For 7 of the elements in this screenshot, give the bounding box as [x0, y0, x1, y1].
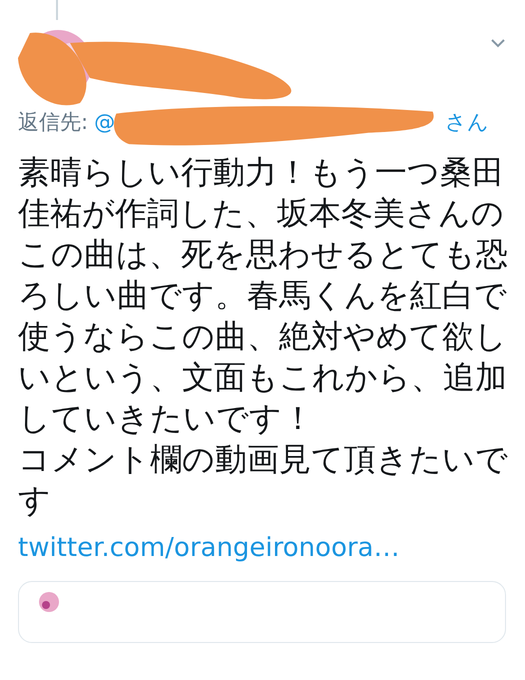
tweet-text: 素晴らしい行動力！もう一つ桑田佳祐が作詞した、坂本冬美さんのこの曲は、死を思わせるとても恐ろしい曲です。春馬くんを紅白で使うならこの曲、絶対やめて欲しいという、文面もこれから、追加していきたいです！	[18, 152, 508, 439]
chevron-down-icon[interactable]	[490, 38, 506, 48]
tweet-link[interactable]: twitter.com/orangeironoora…	[18, 533, 525, 563]
mention-suffix: さん	[445, 109, 490, 136]
reply-label: 返信先:	[18, 109, 88, 136]
tweet-text: コメント欄の動画見て頂きたいです	[18, 439, 508, 521]
mention-link[interactable]: @	[94, 110, 116, 134]
